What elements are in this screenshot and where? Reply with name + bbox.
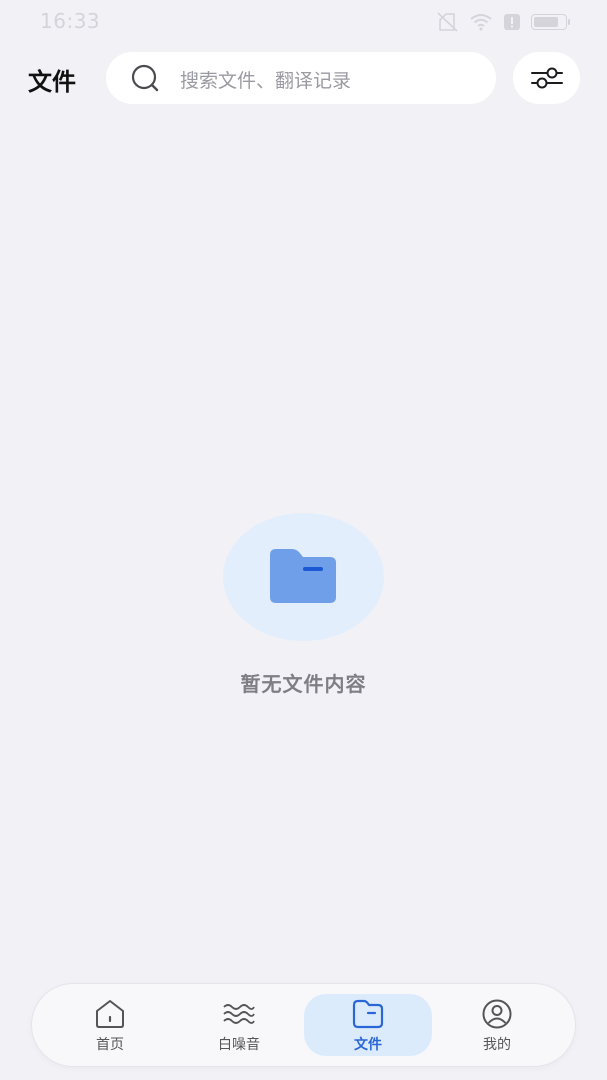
- bottom-nav: 首页 白噪音 文件 我的: [32, 984, 575, 1066]
- battery-level: [534, 17, 558, 27]
- folder-icon: [352, 999, 384, 1029]
- nav-item-home[interactable]: 首页: [46, 994, 174, 1056]
- no-sim-icon: [437, 12, 459, 32]
- sliders-icon: [531, 67, 563, 89]
- nav-item-files[interactable]: 文件: [304, 994, 432, 1056]
- nav-label-white-noise: 白噪音: [218, 1037, 260, 1053]
- search-input[interactable]: 搜索文件、翻译记录: [106, 52, 496, 104]
- search-icon: [130, 64, 166, 96]
- nav-label-files: 文件: [354, 1037, 382, 1053]
- empty-illustration: [223, 513, 384, 641]
- battery-icon: [531, 14, 570, 30]
- search-placeholder: 搜索文件、翻译记录: [180, 70, 352, 92]
- nav-item-mine[interactable]: 我的: [433, 994, 561, 1056]
- nav-label-home: 首页: [96, 1037, 124, 1053]
- nav-label-mine: 我的: [483, 1037, 511, 1053]
- alert-icon: [503, 13, 521, 31]
- folder-icon: [270, 549, 336, 603]
- status-bar: 16:33: [0, 0, 607, 44]
- home-icon: [96, 1000, 124, 1028]
- page-title: 文件: [28, 68, 76, 96]
- status-time: 16:33: [40, 9, 101, 33]
- empty-message: 暂无文件内容: [240, 672, 367, 696]
- user-icon: [482, 999, 512, 1029]
- wifi-icon: [469, 13, 493, 31]
- nav-item-white-noise[interactable]: 白噪音: [175, 994, 303, 1056]
- filter-button[interactable]: [513, 52, 580, 104]
- status-icons: [437, 11, 570, 33]
- waves-icon: [223, 1004, 255, 1024]
